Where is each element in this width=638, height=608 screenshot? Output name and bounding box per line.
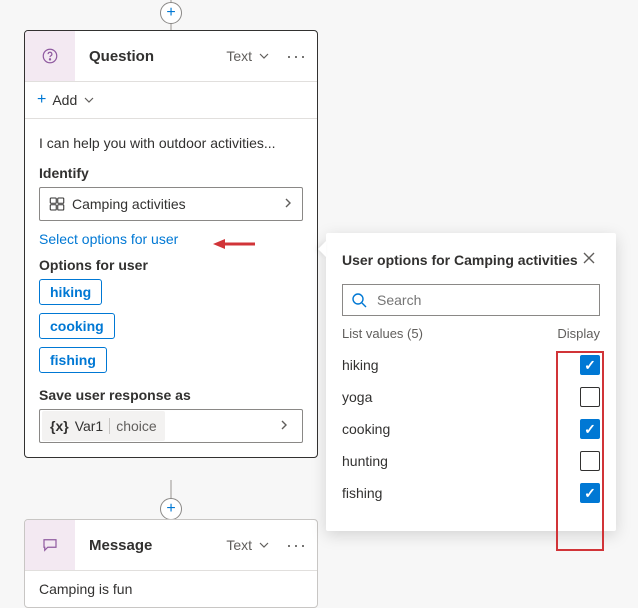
add-label: Add	[52, 92, 77, 108]
display-checkbox[interactable]	[580, 419, 600, 439]
search-icon	[351, 292, 367, 308]
add-node-after[interactable]: +	[160, 498, 182, 520]
options-label: Options for user	[39, 257, 303, 273]
option-chip[interactable]: cooking	[39, 313, 115, 339]
option-name: yoga	[342, 389, 580, 405]
option-chip[interactable]: hiking	[39, 279, 102, 305]
question-card: Question Text ··· + Add I can help you w…	[24, 30, 318, 458]
list-values-label: List values (5)	[342, 326, 557, 341]
display-checkbox[interactable]	[580, 387, 600, 407]
identify-selector[interactable]: Camping activities	[39, 187, 303, 221]
identify-value: Camping activities	[66, 196, 282, 212]
output-type-label: Text	[226, 537, 252, 553]
variable-name: Var1	[75, 418, 104, 434]
option-row: fishing	[342, 477, 600, 509]
more-menu[interactable]: ···	[276, 535, 317, 556]
message-body: Camping is fun	[25, 570, 317, 607]
user-options-popover: User options for Camping activities List…	[326, 233, 616, 531]
display-checkbox[interactable]	[580, 355, 600, 375]
variable-badge: {x} Var1 choice	[42, 411, 165, 441]
identify-label: Identify	[39, 165, 303, 181]
option-name: hunting	[342, 453, 580, 469]
variable-type: choice	[116, 418, 156, 434]
chevron-down-icon	[83, 94, 95, 106]
option-row: yoga	[342, 381, 600, 413]
close-icon	[582, 251, 596, 265]
card-header: Question Text ···	[25, 31, 317, 81]
prompt-text: I can help you with outdoor activities..…	[39, 135, 303, 151]
close-button[interactable]	[578, 247, 600, 272]
output-type-selector[interactable]: Text	[226, 48, 276, 64]
plus-icon: +	[37, 91, 46, 109]
save-response-label: Save user response as	[39, 387, 303, 403]
option-name: hiking	[342, 357, 580, 373]
option-row: hunting	[342, 445, 600, 477]
output-type-selector[interactable]: Text	[226, 537, 276, 553]
chevron-right-icon	[270, 418, 298, 434]
entity-icon	[48, 195, 66, 213]
option-row: hiking	[342, 349, 600, 381]
chevron-down-icon	[258, 50, 270, 62]
search-input[interactable]	[375, 291, 591, 309]
chevron-right-icon	[282, 196, 294, 212]
display-checkbox[interactable]	[580, 483, 600, 503]
option-row: cooking	[342, 413, 600, 445]
add-button[interactable]: + Add	[25, 82, 317, 118]
variable-icon: {x}	[50, 418, 69, 434]
popover-title: User options for Camping activities	[342, 252, 578, 268]
card-title: Message	[75, 537, 226, 554]
add-node-before[interactable]: +	[160, 2, 182, 24]
question-icon	[25, 31, 75, 81]
card-header: Message Text ···	[25, 520, 317, 570]
chevron-down-icon	[258, 539, 270, 551]
select-options-link[interactable]: Select options for user	[39, 231, 303, 247]
card-title: Question	[75, 48, 226, 65]
message-icon	[25, 520, 75, 570]
variable-selector[interactable]: {x} Var1 choice	[39, 409, 303, 443]
select-options-label: Select options for user	[39, 231, 178, 247]
display-checkbox[interactable]	[580, 451, 600, 471]
more-menu[interactable]: ···	[276, 46, 317, 67]
search-box[interactable]	[342, 284, 600, 316]
option-name: cooking	[342, 421, 580, 437]
option-chip[interactable]: fishing	[39, 347, 107, 373]
options-chips: hiking cooking fishing	[39, 279, 303, 373]
callout-arrow-icon	[213, 237, 255, 251]
display-column-label: Display	[557, 326, 600, 341]
option-name: fishing	[342, 485, 580, 501]
output-type-label: Text	[226, 48, 252, 64]
